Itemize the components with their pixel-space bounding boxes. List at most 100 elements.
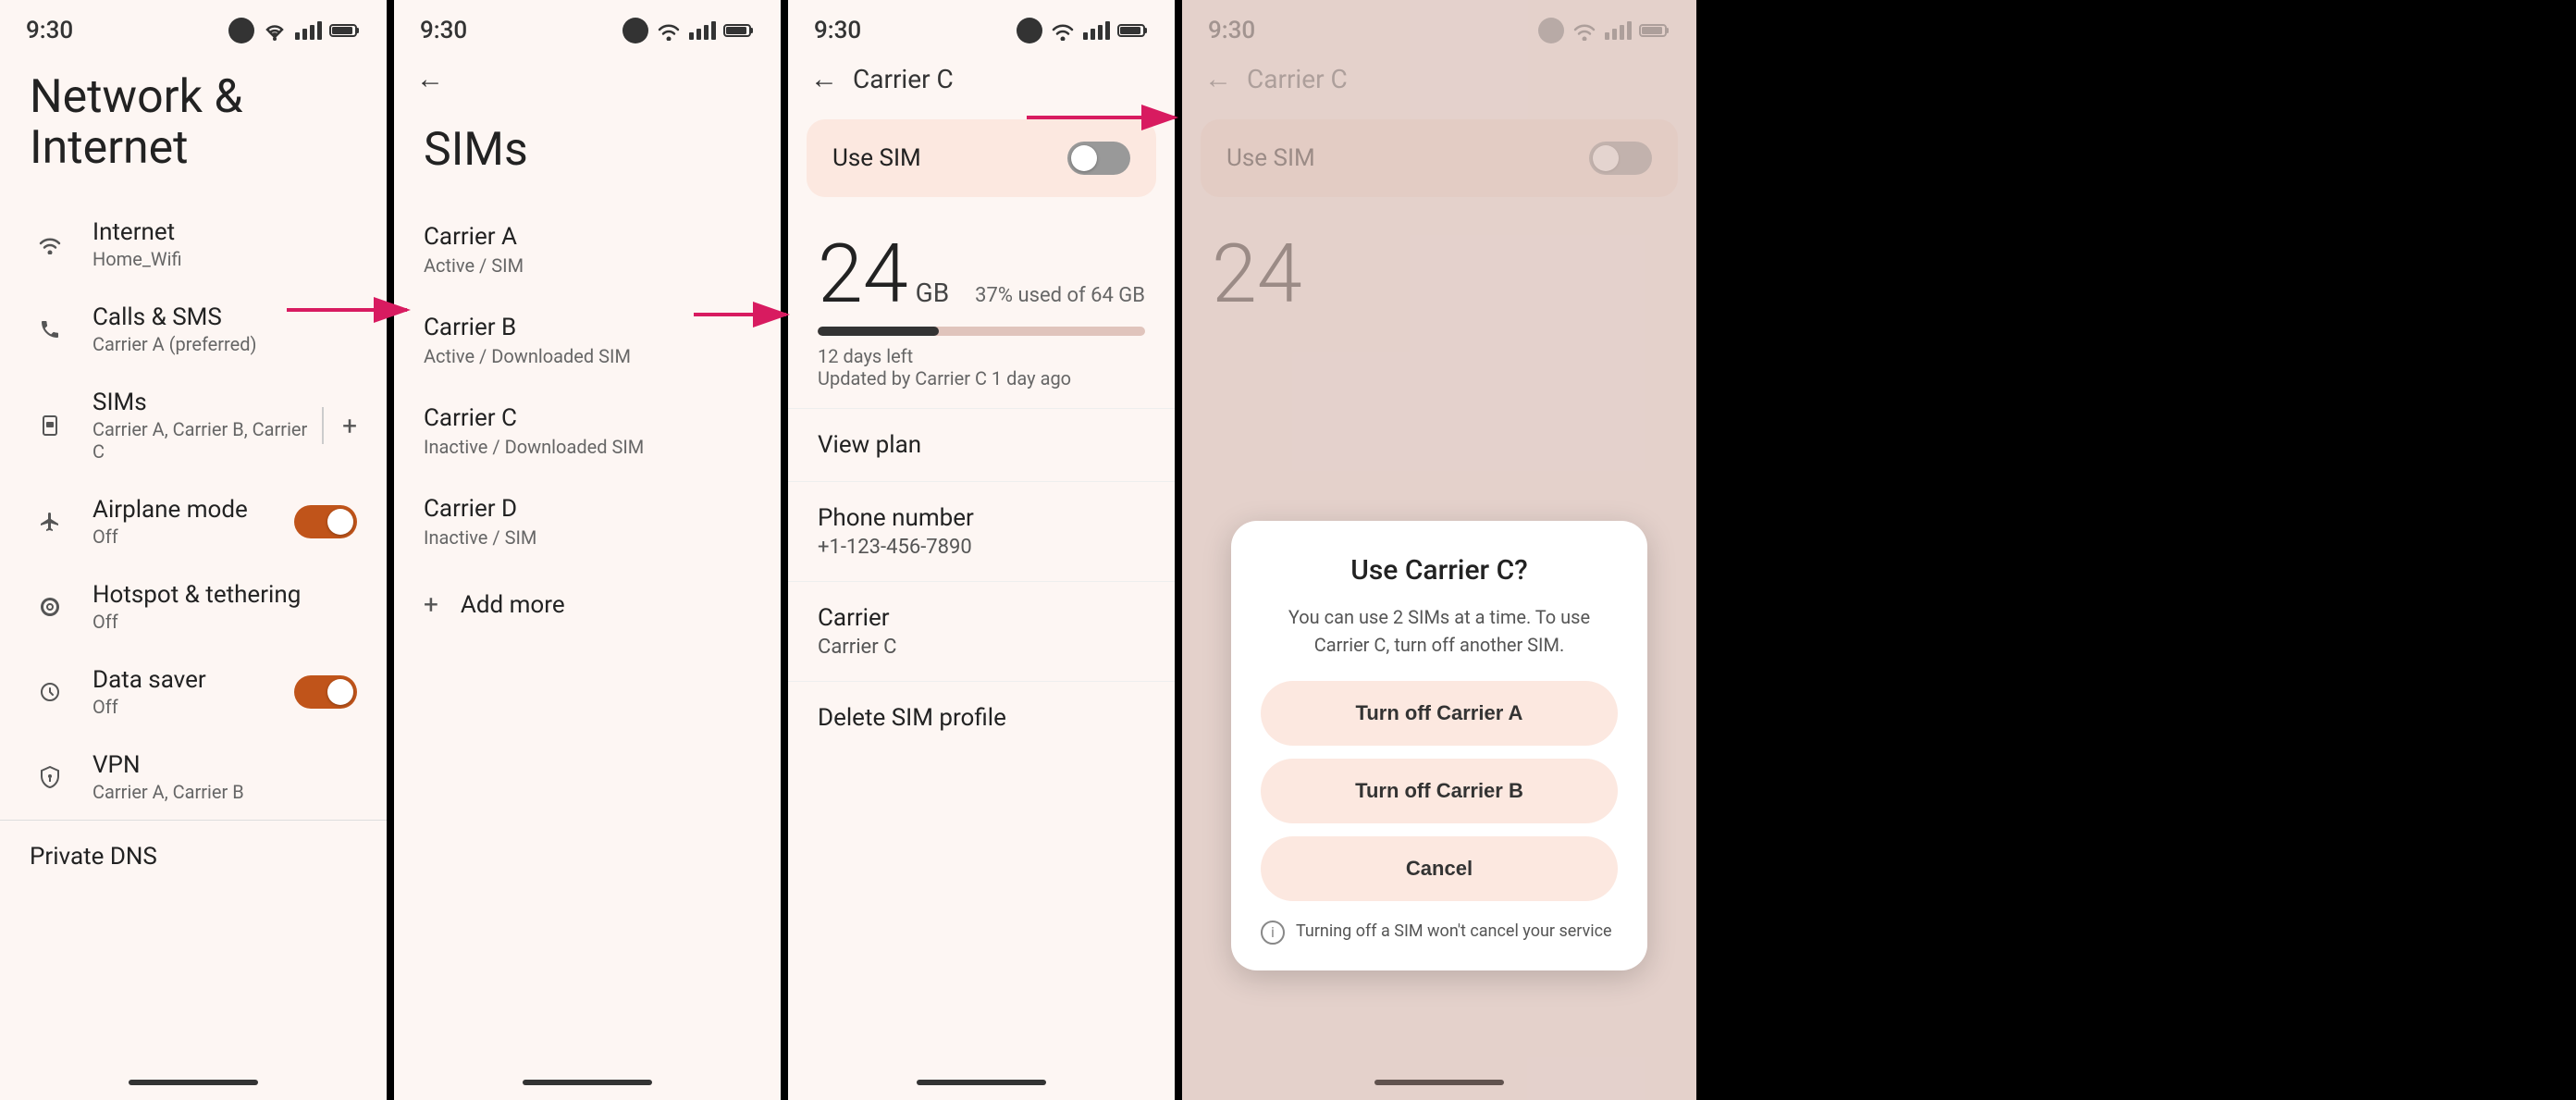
add-more-item[interactable]: + Add more [394, 567, 781, 642]
status-time-3: 9:30 [814, 17, 861, 44]
delete-sim-label: Delete SIM profile [818, 704, 1145, 732]
signal-icon-2 [689, 21, 716, 40]
menu-item-hotspot[interactable]: Hotspot & tethering Off [0, 564, 387, 649]
sim-menu-icon [30, 405, 70, 446]
menu-item-vpn[interactable]: VPN Carrier A, Carrier B [0, 735, 387, 820]
carrier-label: Carrier [818, 604, 1145, 632]
phone-menu-icon [30, 309, 70, 350]
menu-item-sims[interactable]: SIMs Carrier A, Carrier B, Carrier C + [0, 372, 387, 479]
signal-icon-1 [295, 21, 322, 40]
carrier-d-status: Inactive / SIM [424, 526, 751, 549]
carrier-d-name: Carrier D [424, 495, 751, 523]
menu-text-datasaver: Data saver Off [92, 666, 294, 718]
status-bar-3: 9:30 [788, 0, 1175, 54]
carrier-item: Carrier Carrier C [788, 581, 1175, 681]
carrier-c-name: Carrier C [424, 404, 751, 432]
battery-icon-1 [329, 22, 361, 39]
wifi-menu-icon [30, 224, 70, 265]
vpn-label: VPN [92, 751, 357, 779]
carrier-value: Carrier C [818, 636, 1145, 659]
screen3-carrier-c: 9:30 ← Carrier C Use S [788, 0, 1175, 1100]
sims-label: SIMs [92, 389, 322, 416]
dialog-title: Use Carrier C? [1261, 554, 1618, 587]
turn-off-carrier-a-button[interactable]: Turn off Carrier A [1261, 681, 1618, 746]
days-left: 12 days left [818, 345, 1145, 367]
use-sim-toggle-knob [1071, 145, 1097, 171]
battery-icon-2 [723, 22, 755, 39]
carriers-list: Carrier A Active / SIM Carrier B Active … [394, 204, 781, 642]
carrier-b-item[interactable]: Carrier B Active / Downloaded SIM [394, 295, 781, 386]
status-icons-1 [228, 18, 361, 43]
turn-off-carrier-b-button[interactable]: Turn off Carrier B [1261, 759, 1618, 823]
back-button-2[interactable]: ← [416, 63, 444, 95]
hotspot-menu-icon [30, 587, 70, 627]
hotspot-sublabel: Off [92, 611, 357, 633]
page-title-1: Network & Internet [0, 54, 387, 202]
airplane-menu-icon [30, 501, 70, 542]
nav-title-3: Carrier C [853, 64, 954, 94]
nav-bar-2: ← [394, 54, 781, 105]
data-bar-row [818, 327, 1145, 336]
nav-bar-3: ← Carrier C [788, 54, 1175, 105]
cancel-button[interactable]: Cancel [1261, 836, 1618, 901]
status-time-2: 9:30 [420, 17, 467, 44]
data-usage-section: 24 GB 37% used of 64 GB 12 days left Upd… [788, 212, 1175, 408]
menu-text-calls: Calls & SMS Carrier A (preferred) [92, 303, 357, 355]
updated-by: Updated by Carrier C 1 day ago [818, 367, 1145, 389]
wifi-icon-1 [262, 20, 288, 41]
datasaver-toggle[interactable] [294, 675, 357, 709]
datasaver-label: Data saver [92, 666, 294, 694]
carrier-d-item[interactable]: Carrier D Inactive / SIM [394, 476, 781, 567]
sims-add-button[interactable]: + [342, 411, 357, 441]
carrier-c-status: Inactive / Downloaded SIM [424, 436, 751, 458]
datasaver-toggle-knob [327, 679, 353, 705]
status-icons-2 [622, 18, 755, 43]
camera-dot-3 [1017, 18, 1042, 43]
data-bar-fill [818, 327, 939, 336]
private-dns-row[interactable]: Private DNS [0, 820, 387, 893]
status-icons-3 [1017, 18, 1149, 43]
menu-text-vpn: VPN Carrier A, Carrier B [92, 751, 357, 803]
info-icon: i [1261, 921, 1285, 945]
signal-icon-3 [1083, 21, 1110, 40]
vpn-menu-icon [30, 757, 70, 797]
status-time-1: 9:30 [26, 17, 73, 44]
carrier-b-name: Carrier B [424, 314, 751, 341]
calls-label: Calls & SMS [92, 303, 357, 331]
use-sim-toggle[interactable] [1067, 142, 1130, 175]
dialog-footer: i Turning off a SIM won't cancel your se… [1261, 920, 1618, 945]
screen4-dialog: 9:30 [1182, 0, 1696, 1100]
carrier-c-item[interactable]: Carrier C Inactive / Downloaded SIM [394, 386, 781, 476]
delete-sim-item[interactable]: Delete SIM profile [788, 681, 1175, 754]
sims-page-title: SIMs [394, 105, 781, 204]
private-dns-label: Private DNS [30, 843, 357, 871]
sims-divider [322, 407, 324, 444]
carrier-a-item[interactable]: Carrier A Active / SIM [394, 204, 781, 295]
airplane-toggle-knob [327, 509, 353, 535]
data-amount-row: 24 GB 37% used of 64 GB [818, 234, 1145, 315]
screen2-sims: 9:30 ← SIMs Carrier [394, 0, 781, 1100]
calls-sublabel: Carrier A (preferred) [92, 333, 357, 355]
airplane-toggle[interactable] [294, 505, 357, 538]
menu-item-datasaver[interactable]: Data saver Off [0, 649, 387, 735]
data-bar-background [818, 327, 1145, 336]
phone-number-item: Phone number +1-123-456-7890 [788, 481, 1175, 581]
data-meta: 12 days left Updated by Carrier C 1 day … [818, 345, 1145, 408]
screen1-network-internet: 9:30 Network [0, 0, 387, 1100]
phone-number-value: +1-123-456-7890 [818, 536, 1145, 559]
menu-item-calls-sms[interactable]: Calls & SMS Carrier A (preferred) [0, 287, 387, 372]
menu-item-airplane[interactable]: Airplane mode Off [0, 479, 387, 564]
datasaver-sublabel: Off [92, 696, 294, 718]
menu-list-1: Internet Home_Wifi Calls & SMS Carrier A… [0, 202, 387, 820]
menu-item-internet[interactable]: Internet Home_Wifi [0, 202, 387, 287]
back-button-3[interactable]: ← [810, 63, 838, 95]
data-number: 24 [818, 234, 908, 315]
view-plan-item[interactable]: View plan [788, 408, 1175, 481]
status-bar-2: 9:30 [394, 0, 781, 54]
dialog-body: You can use 2 SIMs at a time. To use Car… [1261, 603, 1618, 659]
data-percent: 37% used of 64 GB [975, 284, 1145, 307]
dialog-footer-text: Turning off a SIM won't cancel your serv… [1296, 920, 1612, 943]
hotspot-label: Hotspot & tethering [92, 581, 357, 609]
carrier-a-status: Active / SIM [424, 254, 751, 277]
battery-icon-3 [1117, 22, 1149, 39]
